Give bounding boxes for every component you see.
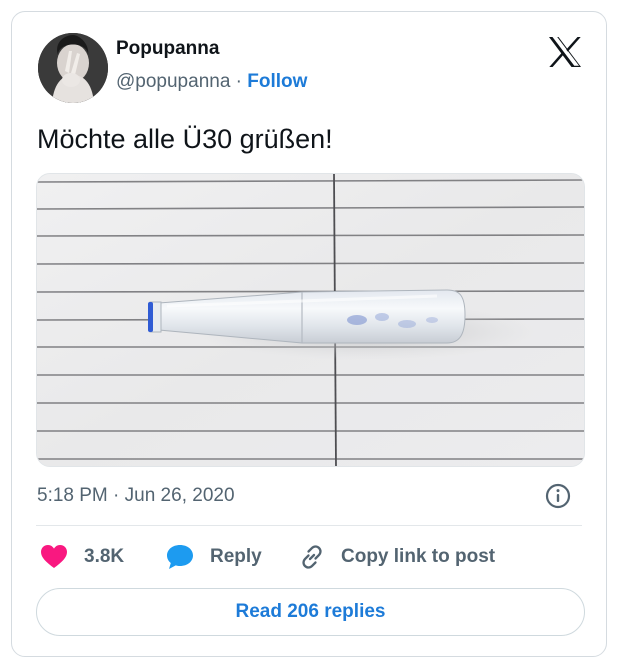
x-logo-icon[interactable] [548,36,582,68]
follow-link[interactable]: Follow [247,71,307,92]
tweet-text: Möchte alle Ü30 grüßen! [37,124,333,154]
reply-label: Reply [210,546,262,567]
handle-separator: · [235,71,242,92]
author-name[interactable]: Popupanna [116,38,219,60]
like-button[interactable]: 3.8K [40,543,124,571]
read-replies-button[interactable]: Read 206 replies [36,588,585,636]
author-avatar[interactable] [38,33,108,103]
author-handle[interactable]: @popupanna [116,71,230,92]
like-count: 3.8K [84,546,125,567]
copy-link-button[interactable]: Copy link to post [299,543,495,571]
divider [36,525,582,526]
tweet-timestamp[interactable]: 5:18 PM · Jun 26, 2020 [37,485,235,507]
photo-pen-cartridge-icon [37,174,584,466]
reply-bubble-icon [167,545,193,569]
info-icon[interactable] [544,482,572,510]
link-icon [302,545,322,569]
avatar-image [38,33,108,103]
copy-link-label: Copy link to post [341,546,496,567]
tweet-card: Popupanna @popupanna · Follow Möchte all… [11,11,607,657]
heart-icon [41,545,67,568]
reply-button[interactable]: Reply [166,543,262,571]
author-handle-line: @popupanna · Follow [116,71,307,93]
tweet-media-photo[interactable] [36,173,585,467]
